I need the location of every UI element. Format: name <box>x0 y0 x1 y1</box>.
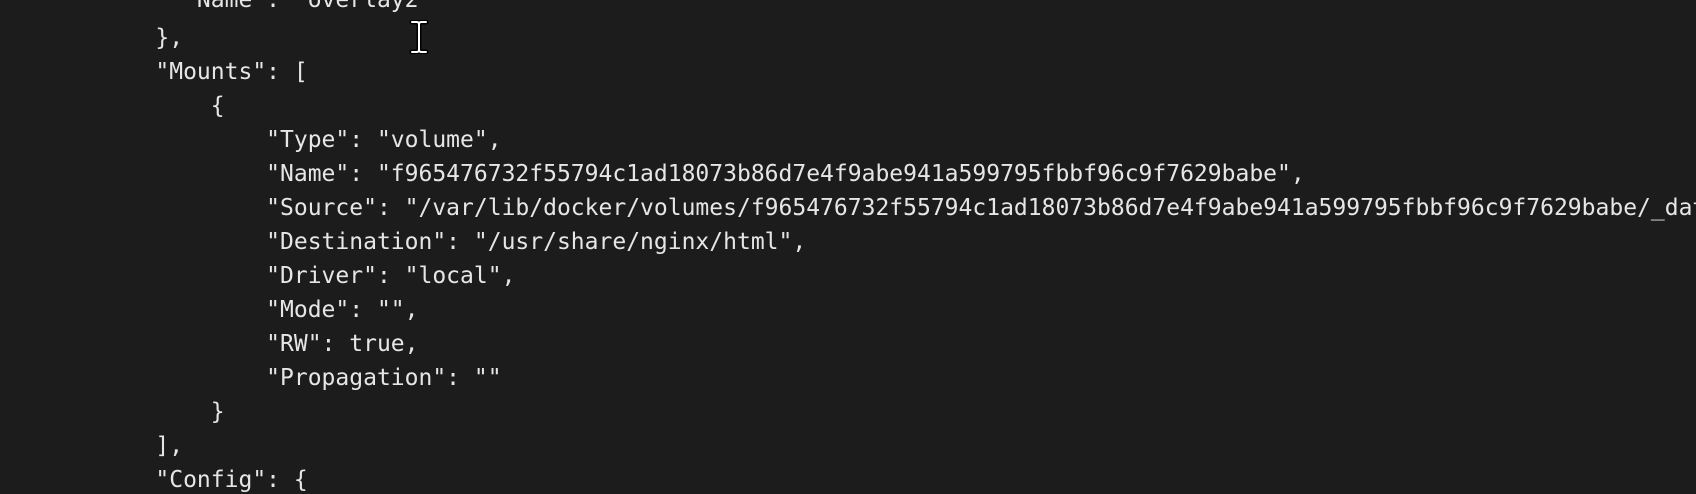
output-line: ], <box>100 433 184 459</box>
output-line: "Mounts": [ <box>100 59 308 85</box>
output-line: "Source": "/var/lib/docker/volumes/f9654… <box>100 195 1696 221</box>
output-line: }, <box>100 25 184 51</box>
output-line: } <box>100 399 225 425</box>
output-line: "Mode": "", <box>100 297 419 323</box>
output-line: "Config": { <box>100 467 308 493</box>
terminal-output[interactable]: "Name": "overlay2" }, "Mounts": [ { "Typ… <box>0 0 1696 494</box>
text-cursor-icon <box>409 20 429 54</box>
output-line: "Name": "overlay2" <box>100 0 433 13</box>
output-line: "Driver": "local", <box>100 263 516 289</box>
output-line: "Name": "f965476732f55794c1ad18073b86d7e… <box>100 161 1305 187</box>
output-line: "Destination": "/usr/share/nginx/html", <box>100 229 807 255</box>
output-line: "Propagation": "" <box>100 365 502 391</box>
output-line: { <box>100 93 225 119</box>
output-line: "RW": true, <box>100 331 419 357</box>
output-line: "Type": "volume", <box>100 127 502 153</box>
